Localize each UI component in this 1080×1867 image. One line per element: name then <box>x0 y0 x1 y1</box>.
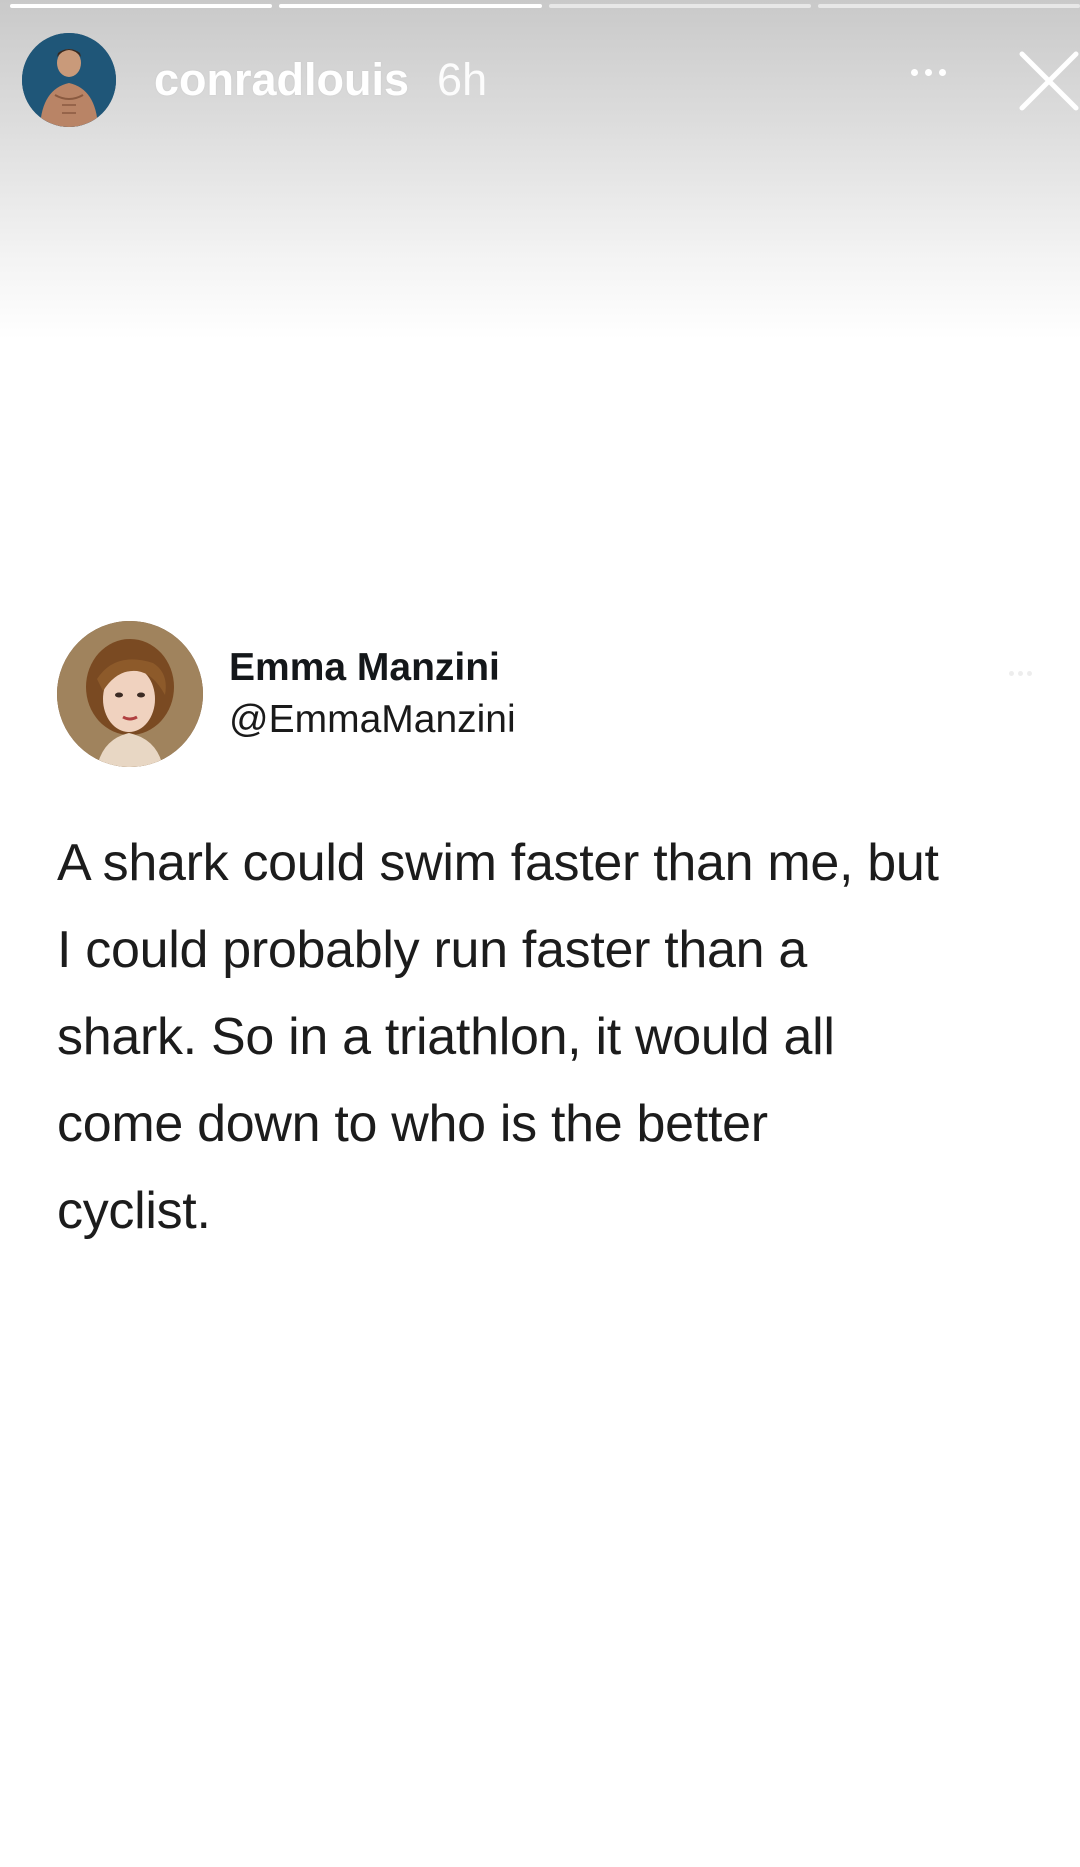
tweet-text: A shark could swim faster than me, but I… <box>57 820 1062 1255</box>
story-progress-bars <box>10 4 1080 9</box>
story-username[interactable]: conradlouis <box>154 54 409 106</box>
tweet-text-line: shark. So in a triathlon, it would all <box>57 1008 835 1066</box>
progress-segment <box>548 4 811 8</box>
more-horizontal-icon <box>1027 670 1032 676</box>
progress-segment <box>10 4 273 8</box>
progress-segment <box>279 4 542 8</box>
tweet-header: Emma Manzini @EmmaManzini <box>57 620 1057 768</box>
more-horizontal-icon <box>1009 670 1014 676</box>
progress-segment <box>817 4 1080 8</box>
more-horizontal-icon <box>924 68 932 76</box>
tweet-text-line: come down to who is the better <box>57 1095 768 1153</box>
progress-fill <box>10 4 273 8</box>
avatar-portrait <box>57 621 203 767</box>
close-button[interactable] <box>1018 50 1080 112</box>
more-horizontal-icon <box>938 68 946 76</box>
tweet-author-name[interactable]: Emma Manzini <box>229 642 516 694</box>
story-viewer: conradlouis 6h Emma Manzini @EmmaManzini… <box>0 0 1080 1867</box>
close-icon <box>1019 51 1079 111</box>
story-timestamp: 6h <box>437 54 488 105</box>
tweet-more-button[interactable] <box>1009 666 1049 680</box>
tweet-text-line: cyclist. <box>57 1182 211 1240</box>
tweet-text-line: A shark could swim faster than me, but <box>57 834 939 892</box>
tweet-author-names: Emma Manzini @EmmaManzini <box>229 642 516 746</box>
progress-fill <box>279 4 542 8</box>
tweet-author-handle[interactable]: @EmmaManzini <box>229 694 516 746</box>
more-options-button[interactable] <box>898 62 958 82</box>
more-horizontal-icon <box>910 68 918 76</box>
tweet-card: Emma Manzini @EmmaManzini A shark could … <box>57 620 1057 1255</box>
more-horizontal-icon <box>1018 670 1023 676</box>
story-author-avatar[interactable] <box>22 33 116 127</box>
tweet-author-avatar[interactable] <box>57 621 203 767</box>
tweet-text-line: I could probably run faster than a <box>57 921 808 979</box>
avatar-portrait <box>22 33 116 127</box>
